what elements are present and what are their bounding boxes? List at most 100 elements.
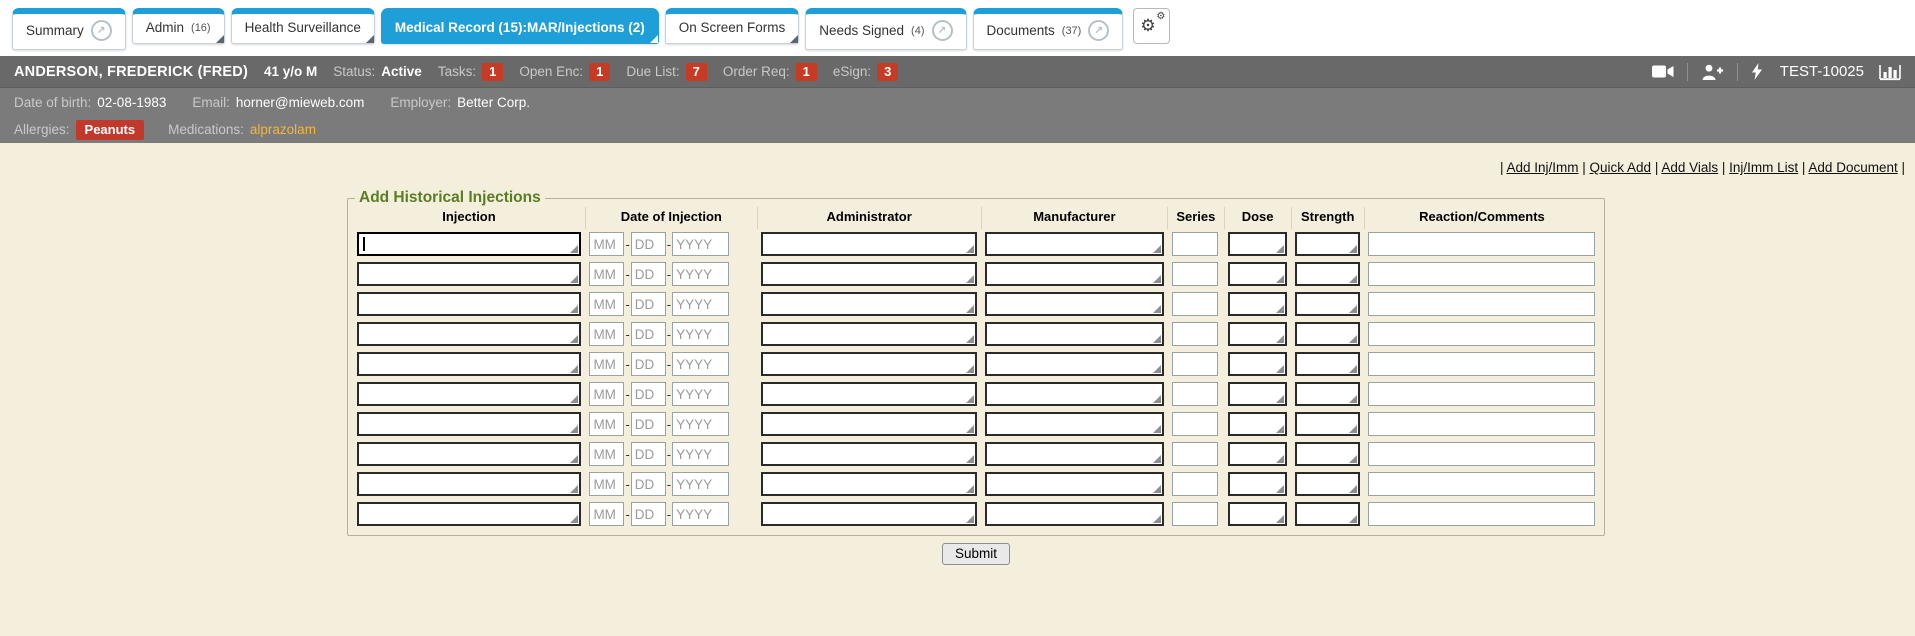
- dose-input[interactable]: [1228, 262, 1287, 286]
- reaction-comments-input[interactable]: [1368, 442, 1595, 466]
- tab-admin[interactable]: Admin (16): [132, 8, 225, 44]
- dose-input[interactable]: [1228, 232, 1287, 256]
- month-input[interactable]: [589, 382, 624, 406]
- esign-count-badge[interactable]: 3: [877, 63, 898, 81]
- reaction-comments-input[interactable]: [1368, 382, 1595, 406]
- strength-input[interactable]: [1295, 262, 1360, 286]
- series-input[interactable]: [1172, 292, 1218, 316]
- series-input[interactable]: [1172, 502, 1218, 526]
- allergy-badge[interactable]: Peanuts: [76, 120, 145, 140]
- strength-input[interactable]: [1295, 472, 1360, 496]
- day-input[interactable]: [631, 292, 666, 316]
- strength-input[interactable]: [1295, 502, 1360, 526]
- injection-input[interactable]: [357, 472, 581, 496]
- link-quick-add[interactable]: Quick Add: [1590, 160, 1652, 175]
- year-input[interactable]: [672, 472, 729, 496]
- link-add-vials[interactable]: Add Vials: [1661, 160, 1718, 175]
- year-input[interactable]: [672, 322, 729, 346]
- month-input[interactable]: [589, 472, 624, 496]
- strength-input[interactable]: [1295, 382, 1360, 406]
- day-input[interactable]: [631, 502, 666, 526]
- day-input[interactable]: [631, 262, 666, 286]
- manufacturer-input[interactable]: [985, 262, 1163, 286]
- strength-input[interactable]: [1295, 352, 1360, 376]
- day-input[interactable]: [631, 382, 666, 406]
- injection-input[interactable]: [357, 262, 581, 286]
- dose-input[interactable]: [1228, 382, 1287, 406]
- medications-value[interactable]: alprazolam: [250, 122, 316, 137]
- administrator-input[interactable]: [761, 412, 977, 436]
- administrator-input[interactable]: [761, 442, 977, 466]
- manufacturer-input[interactable]: [985, 502, 1163, 526]
- administrator-input[interactable]: [761, 502, 977, 526]
- month-input[interactable]: [589, 352, 624, 376]
- reaction-comments-input[interactable]: [1368, 262, 1595, 286]
- injection-input[interactable]: [357, 352, 581, 376]
- day-input[interactable]: [631, 472, 666, 496]
- day-input[interactable]: [631, 442, 666, 466]
- series-input[interactable]: [1172, 262, 1218, 286]
- link-inj-imm-list[interactable]: Inj/Imm List: [1729, 160, 1798, 175]
- month-input[interactable]: [589, 412, 624, 436]
- series-input[interactable]: [1172, 352, 1218, 376]
- year-input[interactable]: [672, 292, 729, 316]
- year-input[interactable]: [672, 502, 729, 526]
- month-input[interactable]: [589, 502, 624, 526]
- add-person-icon[interactable]: [1701, 64, 1724, 80]
- year-input[interactable]: [672, 382, 729, 406]
- dose-input[interactable]: [1228, 412, 1287, 436]
- manufacturer-input[interactable]: [985, 232, 1163, 256]
- flowsheet-chart-icon[interactable]: [1879, 63, 1901, 81]
- reaction-comments-input[interactable]: [1368, 352, 1595, 376]
- tab-summary[interactable]: Summary ↗: [12, 8, 126, 50]
- administrator-input[interactable]: [761, 232, 977, 256]
- series-input[interactable]: [1172, 232, 1218, 256]
- due-list-count-badge[interactable]: 7: [686, 63, 707, 81]
- tab-medical-record-mar-injections[interactable]: Medical Record (15):MAR/Injections (2): [381, 8, 659, 44]
- manufacturer-input[interactable]: [985, 472, 1163, 496]
- year-input[interactable]: [672, 412, 729, 436]
- year-input[interactable]: [672, 442, 729, 466]
- injection-input[interactable]: [357, 382, 581, 406]
- dose-input[interactable]: [1228, 472, 1287, 496]
- manufacturer-input[interactable]: [985, 442, 1163, 466]
- settings-gear-button[interactable]: ⚙ ⚙: [1133, 8, 1170, 44]
- day-input[interactable]: [631, 412, 666, 436]
- manufacturer-input[interactable]: [985, 322, 1163, 346]
- dose-input[interactable]: [1228, 352, 1287, 376]
- dose-input[interactable]: [1228, 322, 1287, 346]
- dose-input[interactable]: [1228, 442, 1287, 466]
- open-enc-count-badge[interactable]: 1: [589, 63, 610, 81]
- strength-input[interactable]: [1295, 442, 1360, 466]
- tab-health-surveillance[interactable]: Health Surveillance: [231, 8, 375, 44]
- tab-on-screen-forms[interactable]: On Screen Forms: [665, 8, 800, 44]
- strength-input[interactable]: [1295, 412, 1360, 436]
- administrator-input[interactable]: [761, 322, 977, 346]
- month-input[interactable]: [589, 232, 624, 256]
- link-add-document[interactable]: Add Document: [1808, 160, 1897, 175]
- series-input[interactable]: [1172, 442, 1218, 466]
- manufacturer-input[interactable]: [985, 382, 1163, 406]
- injection-input[interactable]: [357, 232, 581, 256]
- submit-button[interactable]: Submit: [942, 543, 1010, 565]
- month-input[interactable]: [589, 292, 624, 316]
- administrator-input[interactable]: [761, 262, 977, 286]
- reaction-comments-input[interactable]: [1368, 412, 1595, 436]
- strength-input[interactable]: [1295, 322, 1360, 346]
- tasks-count-badge[interactable]: 1: [482, 63, 503, 81]
- reaction-comments-input[interactable]: [1368, 292, 1595, 316]
- quick-action-lightning-icon[interactable]: [1751, 63, 1763, 80]
- month-input[interactable]: [589, 322, 624, 346]
- series-input[interactable]: [1172, 382, 1218, 406]
- reaction-comments-input[interactable]: [1368, 502, 1595, 526]
- order-req-count-badge[interactable]: 1: [796, 63, 817, 81]
- dose-input[interactable]: [1228, 502, 1287, 526]
- series-input[interactable]: [1172, 472, 1218, 496]
- injection-input[interactable]: [357, 442, 581, 466]
- video-camera-icon[interactable]: [1652, 64, 1674, 79]
- injection-input[interactable]: [357, 292, 581, 316]
- manufacturer-input[interactable]: [985, 292, 1163, 316]
- month-input[interactable]: [589, 442, 624, 466]
- day-input[interactable]: [631, 232, 666, 256]
- reaction-comments-input[interactable]: [1368, 322, 1595, 346]
